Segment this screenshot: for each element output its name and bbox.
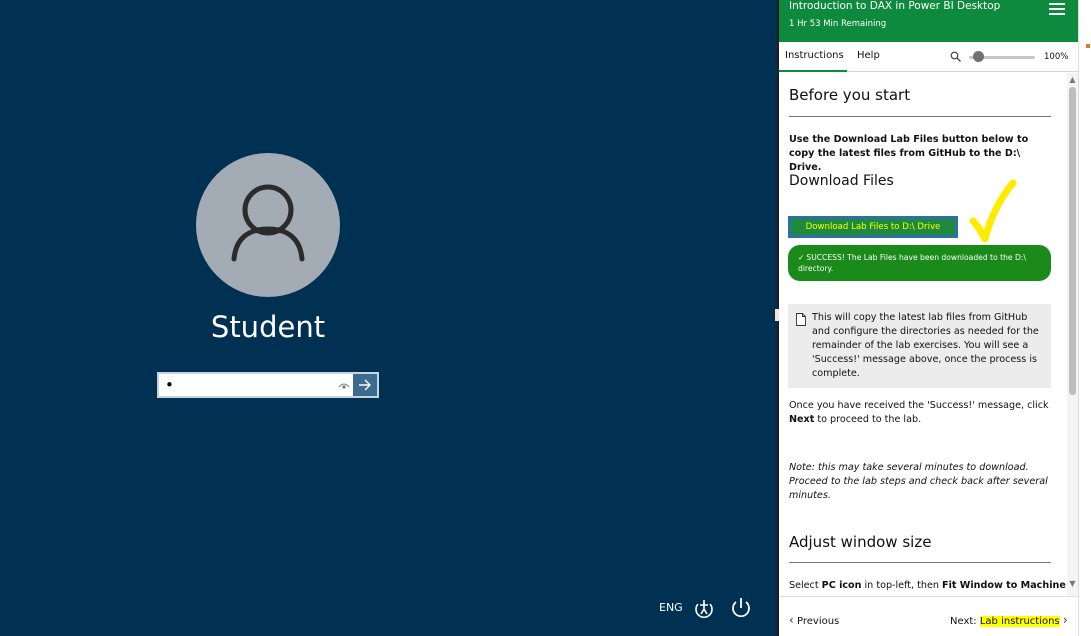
time-remaining: 1 Hr 53 Min Remaining	[789, 19, 887, 29]
background-window-mark	[1086, 44, 1090, 48]
select-pc-instruction: Select PC icon in top-left, then Fit Win…	[789, 579, 1066, 593]
next-text-bold: Next	[789, 414, 815, 425]
check-icon: ✓	[798, 253, 805, 262]
chevron-left-icon: ‹	[789, 613, 794, 627]
submit-password-button[interactable]	[353, 374, 377, 396]
success-banner: ✓ SUCCESS! The Lab Files have been downlo…	[788, 245, 1051, 281]
next-instruction-text: Once you have received the 'Success!' me…	[789, 399, 1051, 427]
arrow-right-icon	[359, 379, 371, 391]
next-text-part: to proceed to the lab.	[814, 414, 922, 425]
scroll-thumb[interactable]	[1069, 87, 1076, 395]
magnifier-icon	[950, 51, 961, 62]
windows-login-screen: Student ENG	[0, 0, 778, 636]
select-pc-bold: PC icon	[821, 580, 862, 591]
select-pc-part: Select	[789, 580, 822, 591]
next-prefix: Next:	[950, 616, 977, 627]
next-label: Lab instructions	[979, 616, 1060, 627]
download-time-note: Note: this may take several minutes to d…	[789, 462, 1048, 501]
panel-footer: ‹ Previous Next: Lab instructions ›	[779, 596, 1078, 636]
heading-before-you-start: Before you start	[789, 86, 911, 104]
scroll-down-arrow-icon[interactable]: ▼	[1068, 579, 1077, 588]
document-icon	[796, 313, 806, 326]
language-indicator[interactable]: ENG	[659, 601, 683, 614]
previous-label: Previous	[797, 616, 840, 627]
next-button[interactable]: Next: Lab instructions ›	[950, 613, 1068, 627]
tab-instructions[interactable]: Instructions	[785, 50, 844, 61]
select-pc-bold: Fit Window to Machine	[942, 580, 1066, 591]
active-tab-indicator	[779, 70, 847, 72]
info-note-box: This will copy the latest lab files from…	[788, 304, 1051, 388]
note-text: This will copy the latest lab files from…	[812, 312, 1039, 379]
user-avatar	[196, 153, 340, 297]
background-window-edge	[1078, 0, 1091, 636]
hamburger-menu-icon[interactable]	[1049, 3, 1065, 15]
chevron-right-icon: ›	[1062, 613, 1068, 627]
ease-of-access-icon[interactable]	[692, 596, 716, 620]
tab-help[interactable]: Help	[857, 50, 880, 61]
instructions-content: Before you start Use the Download Lab Fi…	[779, 73, 1067, 596]
intro-text: Use the Download Lab Files button below …	[789, 134, 1029, 173]
divider	[789, 562, 1051, 563]
panel-tabs: Instructions Help 100%	[779, 42, 1078, 72]
success-message: SUCCESS! The Lab Files have been downloa…	[798, 253, 1026, 273]
password-field-container	[157, 372, 379, 398]
next-text-part: Once you have received the 'Success!' me…	[789, 400, 1049, 411]
user-icon	[231, 184, 305, 262]
content-scrollbar[interactable]: ▲ ▼	[1067, 73, 1078, 596]
yellow-checkmark-icon	[969, 179, 1017, 243]
username-label: Student	[210, 310, 326, 344]
reveal-password-eye-icon[interactable]	[337, 378, 351, 392]
lab-header: Introduction to DAX in Power BI Desktop …	[779, 0, 1078, 42]
lab-title: Introduction to DAX in Power BI Desktop	[789, 0, 1001, 12]
password-input[interactable]	[159, 374, 355, 396]
power-icon[interactable]	[729, 596, 753, 620]
select-pc-part: in top-left, then	[861, 580, 943, 591]
zoom-slider-handle[interactable]	[973, 51, 985, 62]
previous-button[interactable]: ‹ Previous	[789, 613, 839, 627]
lab-panel: Introduction to DAX in Power BI Desktop …	[779, 0, 1078, 636]
scroll-up-arrow-icon[interactable]: ▲	[1068, 75, 1077, 84]
divider	[789, 116, 1051, 117]
heading-download-files: Download Files	[789, 173, 894, 189]
download-lab-files-button[interactable]: Download Lab Files to D:\ Drive	[788, 216, 958, 238]
heading-adjust-window-size: Adjust window size	[789, 533, 932, 551]
zoom-level: 100%	[1044, 52, 1069, 62]
